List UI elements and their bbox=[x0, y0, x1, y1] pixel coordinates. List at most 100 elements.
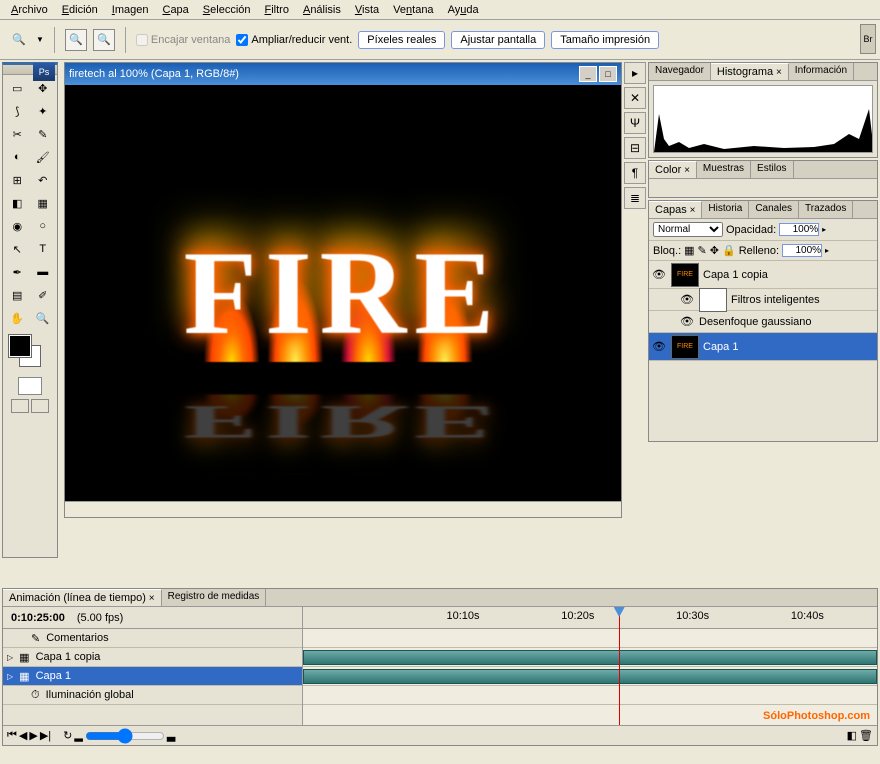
close-icon[interactable]: × bbox=[149, 593, 155, 604]
tab-history[interactable]: Historia bbox=[702, 201, 749, 218]
fill-flyout[interactable]: ▸ bbox=[825, 246, 829, 255]
tab-measurement[interactable]: Registro de medidas bbox=[162, 589, 267, 606]
fit-screen-button[interactable]: Ajustar pantalla bbox=[451, 31, 545, 49]
close-icon[interactable]: × bbox=[690, 205, 696, 216]
zoom-out-tl[interactable]: ▂ bbox=[74, 729, 82, 742]
opacity-flyout[interactable]: ▸ bbox=[822, 225, 826, 234]
color-swatch[interactable] bbox=[3, 331, 57, 375]
tab-histogram[interactable]: Histograma × bbox=[711, 63, 789, 80]
timeline-ruler[interactable]: 10:10s 10:20s 10:30s 10:40s bbox=[303, 607, 877, 629]
print-size-button[interactable]: Tamaño impresión bbox=[551, 31, 659, 49]
visibility-icon[interactable]: 👁 bbox=[679, 292, 695, 308]
resize-window-check-input[interactable] bbox=[236, 34, 248, 46]
wand-tool[interactable]: ✦ bbox=[31, 100, 56, 122]
lasso-tool[interactable]: ⟆ bbox=[5, 100, 30, 122]
hand-tool[interactable]: ✋ bbox=[5, 307, 30, 329]
move-tool[interactable]: ✥ bbox=[31, 77, 56, 99]
layer-row-selected[interactable]: 👁 FIRE Capa 1 bbox=[649, 333, 877, 361]
fit-window-check-input[interactable] bbox=[136, 34, 148, 46]
fill-input[interactable] bbox=[782, 244, 822, 257]
timeline-track[interactable] bbox=[303, 667, 877, 686]
layer-row[interactable]: 👁 Desenfoque gaussiano bbox=[649, 311, 877, 333]
close-icon[interactable]: × bbox=[776, 67, 782, 78]
timeline-row-selected[interactable]: ▷ ▦ Capa 1 bbox=[3, 667, 302, 686]
screenmode-full-icon[interactable] bbox=[31, 399, 49, 413]
dock-play-icon[interactable]: ▸ bbox=[624, 62, 646, 84]
dock-para-icon[interactable]: ¶ bbox=[624, 162, 646, 184]
visibility-icon[interactable]: 👁 bbox=[651, 339, 667, 355]
visibility-icon[interactable]: 👁 bbox=[651, 267, 667, 283]
eyedropper-tool[interactable]: ✐ bbox=[31, 284, 56, 306]
layer-thumb[interactable]: FIRE bbox=[671, 263, 699, 287]
shape-tool[interactable]: ▬ bbox=[31, 261, 56, 283]
tab-info[interactable]: Información bbox=[789, 63, 854, 80]
quick-mask-toggle[interactable] bbox=[3, 375, 57, 397]
timeline-row-comments[interactable]: ✎ Comentarios bbox=[3, 629, 302, 648]
close-icon[interactable]: × bbox=[684, 165, 690, 176]
onion-button[interactable]: ◧ bbox=[847, 729, 857, 742]
menu-analysis[interactable]: Análisis bbox=[296, 2, 348, 18]
document-titlebar[interactable]: firetech al 100% (Capa 1, RGB/8#) _ □ bbox=[65, 63, 621, 85]
timecode[interactable]: 0:10:25:00 bbox=[11, 612, 65, 624]
rewind-button[interactable]: ⏮ bbox=[7, 729, 17, 742]
prev-frame-button[interactable]: ◀ bbox=[19, 729, 27, 742]
fit-window-checkbox[interactable]: Encajar ventana bbox=[136, 34, 231, 46]
clip[interactable] bbox=[303, 669, 877, 684]
expand-icon[interactable]: ▷ bbox=[7, 672, 13, 681]
gradient-tool[interactable]: ▦ bbox=[31, 192, 56, 214]
scrollbar-h[interactable] bbox=[65, 501, 621, 517]
zoom-slider[interactable] bbox=[85, 728, 165, 744]
blend-mode-select[interactable]: Normal bbox=[653, 222, 723, 237]
tool-preset-dropdown[interactable]: ▼ bbox=[36, 35, 44, 44]
zoom-tool-icon[interactable]: 🔍 bbox=[8, 29, 30, 51]
tab-navigator[interactable]: Navegador bbox=[649, 63, 711, 80]
screen-mode[interactable] bbox=[3, 397, 57, 415]
lock-paint-icon[interactable]: ✎ bbox=[698, 244, 707, 257]
clip[interactable] bbox=[303, 650, 877, 665]
menu-image[interactable]: Imagen bbox=[105, 2, 156, 18]
type-tool[interactable]: T bbox=[31, 238, 56, 260]
lock-all-icon[interactable]: 🔒 bbox=[722, 244, 736, 257]
zoom-tool[interactable]: 🔍 bbox=[31, 307, 56, 329]
zoom-in-tl[interactable]: ▃ bbox=[167, 729, 175, 742]
notes-tool[interactable]: ▤ bbox=[5, 284, 30, 306]
visibility-icon[interactable]: 👁 bbox=[679, 314, 695, 330]
delete-button[interactable]: 🗑 bbox=[859, 729, 873, 742]
tab-color[interactable]: Color × bbox=[649, 161, 697, 178]
loop-button[interactable]: ↻ bbox=[63, 729, 72, 742]
dodge-tool[interactable]: ○ bbox=[31, 215, 56, 237]
actual-pixels-button[interactable]: Píxeles reales bbox=[358, 31, 445, 49]
next-frame-button[interactable]: ▶| bbox=[40, 729, 51, 742]
lock-trans-icon[interactable]: ▦ bbox=[684, 244, 694, 257]
minimize-button[interactable]: _ bbox=[579, 66, 597, 82]
layer-thumb[interactable]: FIRE bbox=[671, 335, 699, 359]
tab-layers[interactable]: Capas × bbox=[649, 201, 702, 218]
play-button[interactable]: ▶ bbox=[29, 729, 37, 742]
menu-window[interactable]: Ventana bbox=[386, 2, 440, 18]
layer-row[interactable]: 👁 Filtros inteligentes bbox=[649, 289, 877, 311]
menu-file[interactable]: Archivo bbox=[4, 2, 55, 18]
marquee-tool[interactable]: ▭ bbox=[5, 77, 30, 99]
tab-channels[interactable]: Canales bbox=[749, 201, 799, 218]
playhead[interactable] bbox=[619, 607, 620, 725]
maximize-button[interactable]: □ bbox=[599, 66, 617, 82]
bridge-button[interactable]: Br bbox=[860, 24, 876, 54]
menu-layer[interactable]: Capa bbox=[155, 2, 195, 18]
tab-styles[interactable]: Estilos bbox=[751, 161, 793, 178]
menu-edit[interactable]: Edición bbox=[55, 2, 105, 18]
path-tool[interactable]: ↖ bbox=[5, 238, 30, 260]
timeline-row[interactable]: ⏱ Iluminación global bbox=[3, 686, 302, 705]
heal-tool[interactable]: ◐ bbox=[5, 146, 30, 168]
layer-row[interactable]: 👁 FIRE Capa 1 copia bbox=[649, 261, 877, 289]
tab-swatches[interactable]: Muestras bbox=[697, 161, 751, 178]
menu-help[interactable]: Ayuda bbox=[441, 2, 486, 18]
blur-tool[interactable]: ◉ bbox=[5, 215, 30, 237]
history-brush-tool[interactable]: ↶ bbox=[31, 169, 56, 191]
expand-icon[interactable]: ▷ bbox=[7, 653, 13, 662]
screenmode-std-icon[interactable] bbox=[11, 399, 29, 413]
dock-clone-icon[interactable]: ≣ bbox=[624, 187, 646, 209]
menu-filter[interactable]: Filtro bbox=[258, 2, 296, 18]
stamp-tool[interactable]: ⊞ bbox=[5, 169, 30, 191]
pen-tool[interactable]: ✒ bbox=[5, 261, 30, 283]
dock-tools-icon[interactable]: ✕ bbox=[624, 87, 646, 109]
